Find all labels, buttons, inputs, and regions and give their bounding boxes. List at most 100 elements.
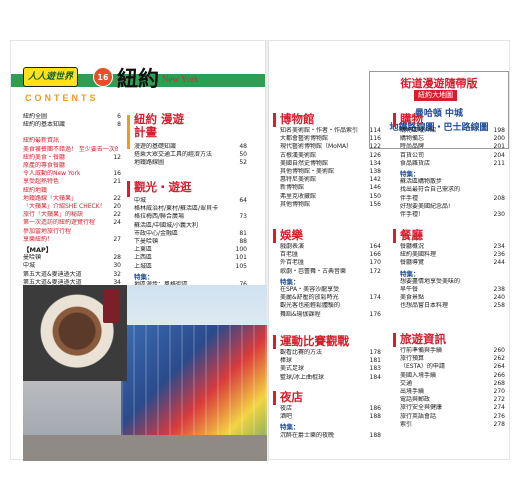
toc-entry: 百貨公司 204 xyxy=(400,152,505,160)
toc-entry-label: 令人威動的New York xyxy=(23,170,81,178)
toc-entry-label: 夜店 xyxy=(280,405,293,412)
toc-entry-label: 上城區 xyxy=(134,262,153,270)
toc-entry-label: 第五大道&麥迪遜大道 xyxy=(23,270,82,278)
toc-entry: 早午餐 238 xyxy=(400,286,505,294)
toc-entry: 找出最符合自己需求的 xyxy=(400,186,505,194)
toc-entry-page: 100 xyxy=(235,246,247,254)
toc-entry-page: 28 xyxy=(113,254,121,262)
toc-entry-page: 178 xyxy=(369,349,381,356)
toc-entry-label: 參加當地旅行行程 xyxy=(23,227,72,235)
toc-entry: 令人威動的New York 16 xyxy=(23,170,121,178)
toc-entry: 上西區 101 xyxy=(134,254,247,262)
toc-entry-page xyxy=(118,228,121,236)
guidebook-spread: 人人遊世界 16 紐約 New York CONTENTS 街道漫遊隨帶版 紐約… xyxy=(10,40,510,461)
toc-entry-label: 上西區 xyxy=(134,254,153,262)
toc-entry-label: （ESTA）的申請 xyxy=(400,363,445,371)
toc-entry-label: 惠特尼美術館 xyxy=(280,176,317,184)
section-entries: 觀看比賽的方法 178 棒球 181 美式足球 183 籃球/冰上曲棍球 184 xyxy=(280,349,381,382)
toc-entry-page: 266 xyxy=(493,371,505,379)
toc-entry-label: 旅行安全與健康 xyxy=(400,404,443,412)
toc-entry-label: 戲劇表演 xyxy=(280,243,305,250)
contents-heading: CONTENTS xyxy=(25,93,99,103)
toc-entry: 好想要美國紀念品! xyxy=(400,203,505,211)
toc-entry: 索引 278 xyxy=(400,421,505,429)
toc-entry-page: 272 xyxy=(493,396,505,404)
toc-entry-page: 174 xyxy=(369,294,381,302)
toc-entry: 旅行預算 262 xyxy=(400,355,505,363)
toc-entry-page: 164 xyxy=(369,243,381,250)
toc-entry: 紐約全圖 6 xyxy=(23,113,121,121)
toc-entry: 蘇活區/中國城/小義大利 xyxy=(134,222,247,230)
special-feature-heading: 特集： xyxy=(134,272,154,281)
toc-entry: 弗里克收藏館 150 xyxy=(280,193,381,201)
special-feature-heading: 特集： xyxy=(400,269,420,278)
toc-entry-label: 也想品嘗日本料理 xyxy=(400,302,449,310)
toc-entry: 第五大道&麥迪遜大道 32 xyxy=(23,271,121,279)
section-title: 餐廳 xyxy=(400,228,423,242)
toc-entry-label: 酒吧 xyxy=(280,413,293,421)
section-title: 旅遊資訊 xyxy=(400,332,446,346)
toc-entry-page: 260 xyxy=(493,347,505,354)
toc-entry: 大都會藝術博物館 116 xyxy=(280,135,381,143)
toc-entry: 第一次造訪的紐約遊覽行程 24 xyxy=(23,219,121,227)
toc-entry: 上東區 100 xyxy=(134,246,247,254)
toc-entry-page: 21 xyxy=(113,178,121,186)
toc-entry-label: 搭乘大眾交通工具的經濟方法 xyxy=(134,151,213,159)
map-list-heading: 【MAP】 xyxy=(23,246,53,255)
toc-entry-label: 紐約美國料理 xyxy=(400,251,437,259)
toc-entry-label: 伴手禮 xyxy=(400,194,419,202)
toc-entry-label: 百貨公司 xyxy=(400,151,425,159)
toc-entry-label: 好想要美國紀念品! xyxy=(400,202,451,210)
toc-entry: 中城 30 xyxy=(23,262,121,270)
toc-entry-page xyxy=(378,286,381,294)
toc-entry-page: 201 xyxy=(493,143,505,151)
toc-entry-page: 181 xyxy=(369,357,381,365)
section-title: 娛樂 xyxy=(280,228,303,242)
toc-entry-label: 紐約最新資訊 xyxy=(23,137,60,145)
toc-entry-page: 32 xyxy=(113,270,121,278)
toc-entry-page: 8 xyxy=(117,121,121,129)
toc-entry: 戲劇表演 164 xyxy=(280,243,381,251)
street-ground xyxy=(23,435,267,461)
toc-entry-page xyxy=(244,222,247,230)
section-entries: 知名美術館・作者・作品索引 114 大都會藝術博物館 116 現代藝術博物館（MoMA）… xyxy=(280,127,381,209)
toc-entry-page: 12 xyxy=(113,153,121,161)
toc-entry-page: 122 xyxy=(369,143,381,151)
toc-entry-label: 交通 xyxy=(400,379,413,387)
toc-entry-label: 紐約地鐵 xyxy=(23,186,48,194)
toc-entry-label: 蘇活區/中國城/小義大利 xyxy=(134,221,199,229)
toc-entry: 原產的專食餐廳 xyxy=(23,162,121,170)
toc-entry-label: 出境手續 xyxy=(400,388,425,396)
toc-entry: 新博物館 146 xyxy=(280,184,381,192)
special-feature-heading: 特集： xyxy=(280,423,300,432)
toc-entry-page: 240 xyxy=(493,294,505,302)
toc-entry-label: 格林威治村/東村/蘇活區/翠貝卡 xyxy=(134,205,219,213)
toc-entry-page: 244 xyxy=(493,259,505,267)
toc-entry-page: 24 xyxy=(113,219,121,227)
section-accent-bar xyxy=(393,333,396,347)
toc-entry-page xyxy=(244,205,247,213)
toc-entry: 紐約最新資訊 xyxy=(23,137,121,145)
toc-entry: 其他博物館・美術館 138 xyxy=(280,168,381,176)
toc-entry-page: 27 xyxy=(113,235,121,243)
toc-entry-page: 211 xyxy=(493,159,505,167)
toc-entry-label: 購物備忘 xyxy=(400,135,425,143)
toc-entry: 籃球/冰上曲棍球 184 xyxy=(280,374,381,382)
toc-entry-page: 126 xyxy=(369,151,381,159)
toc-entry-page: 64 xyxy=(239,197,247,204)
toc-entry: 也想品嘗日本料理 258 xyxy=(400,302,505,310)
toc-entry-label: 百老匯 xyxy=(280,251,299,259)
toc-entry: 地鐵路線圖 52 xyxy=(134,159,247,167)
toc-entry: 美式足球 183 xyxy=(280,365,381,373)
toc-entry-label: 大都會藝術博物館 xyxy=(280,135,329,143)
toc-entry-page: 73 xyxy=(239,213,247,221)
toc-entry-label: 知名美術館・作者・作品索引 xyxy=(280,127,359,134)
toc-entry: 格拉梅西/聯合廣場 73 xyxy=(134,213,247,221)
toc-entry-page: 204 xyxy=(493,151,505,159)
toc-entry: 旅行安全與健康 274 xyxy=(400,404,505,412)
section-title: 夜店 xyxy=(280,390,303,404)
toc-entry-label: 行前準備與手續 xyxy=(400,347,443,354)
toc-entry-page: 105 xyxy=(235,262,247,270)
toc-entry: 格林威治村/東村/蘇活區/翠貝卡 xyxy=(134,205,247,213)
toc-entry-label: 其他博物館・美術館 xyxy=(280,168,335,176)
